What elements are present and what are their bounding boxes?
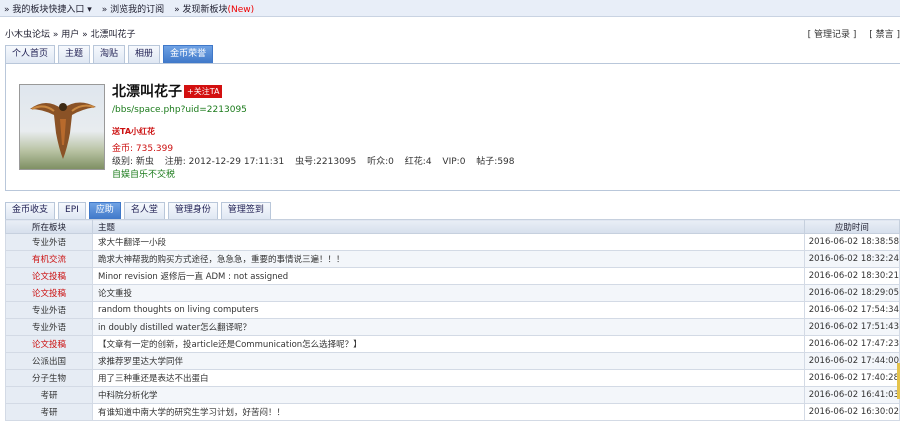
signature: 自娱自乐不交税 [112, 170, 176, 180]
tab-hall-of-fame[interactable]: 名人堂 [123, 202, 165, 219]
stat-level: 级别: 新虫 [112, 157, 154, 167]
time-cell: 2016-06-02 17:51:43 [803, 318, 900, 336]
time-cell: 2016-06-02 17:54:34 [803, 301, 900, 319]
board-cell[interactable]: 论文投稿 [5, 284, 93, 302]
stat-flowers: 红花:4 [404, 157, 432, 167]
coin-balance: 金币: 735.399 [112, 144, 174, 154]
header-board: 所在板块 [5, 219, 93, 234]
bird-avatar-icon [30, 102, 96, 159]
tab-collections[interactable]: 淘贴 [93, 45, 126, 63]
board-cell[interactable]: 论文投稿 [5, 335, 93, 353]
topic-cell[interactable]: 跪求大神帮我的购买方式途径，急急急，重要的事情说三遍！！！ [92, 250, 805, 268]
tab-coin-ledger[interactable]: 金币收支 [5, 202, 56, 219]
table-row[interactable]: 论文投稿 论文重投 2016-06-02 18:29:05 [5, 284, 900, 302]
user-stats: 级别: 新虫 注册: 2012-12-29 17:11:31 虫号:221309… [112, 154, 523, 167]
board-cell[interactable]: 分子生物 [5, 369, 93, 387]
table-header: 所在板块 主题 应助时间 [5, 219, 900, 234]
topic-cell[interactable]: 论文重投 [92, 284, 805, 302]
time-cell: 2016-06-02 17:40:28 [803, 369, 900, 387]
discover-boards-label: » 发现新板块 [174, 4, 228, 15]
board-cell[interactable]: 专业外语 [5, 318, 93, 336]
board-cell[interactable]: 论文投稿 [5, 267, 93, 285]
breadcrumb[interactable]: 小木虫论坛 » 用户 » 北漂叫花子 [5, 27, 135, 40]
send-flower-link[interactable]: 送TA小红花 [112, 126, 155, 137]
topic-cell[interactable]: 【文章有一定的创新，投article还是Communication怎么选择呢？】 [92, 335, 805, 353]
board-cell[interactable]: 专业外语 [5, 301, 93, 319]
time-cell: 2016-06-02 17:44:00 [803, 352, 900, 370]
board-cell[interactable]: 有机交流 [5, 250, 93, 268]
tab-helps[interactable]: 应助 [88, 202, 121, 219]
follow-button[interactable]: +关注TA [184, 85, 223, 98]
tab-honors[interactable]: 金币荣誉 [163, 45, 214, 63]
topic-cell[interactable]: 求推荐罗里达大学同伴 [92, 352, 805, 370]
stat-uid: 虫号:2213095 [295, 157, 357, 167]
tab-topics[interactable]: 主题 [58, 45, 91, 63]
browse-subscriptions-link[interactable]: » 浏览我的订阅 [102, 2, 164, 15]
manage-records-link[interactable]: [ 管理记录 ] [808, 30, 857, 40]
time-cell: 2016-06-02 17:47:23 [803, 335, 900, 353]
help-table: 所在板块 主题 应助时间 专业外语 求大牛翻译一小段 2016-06-02 18:3… [5, 219, 900, 421]
username: 北漂叫花子 [112, 84, 182, 100]
topic-cell[interactable]: in doubly distilled water怎么翻译呢？ [92, 318, 805, 336]
tab-home[interactable]: 个人首页 [5, 45, 56, 63]
top-nav-bar: » 我的板块快捷入口 ▾ » 浏览我的订阅 » 发现新板块(New) [0, 0, 900, 17]
header-time: 应助时间 [803, 219, 900, 234]
tab-album[interactable]: 相册 [128, 45, 161, 63]
table-row[interactable]: 论文投稿 【文章有一定的创新，投article还是Communication怎么选… [5, 335, 900, 353]
new-badge: (New) [227, 4, 255, 15]
profile-tabs: 个人首页 主题 淘贴 相册 金币荣誉 [5, 45, 216, 63]
table-row[interactable]: 分子生物 用了三种重还是表达不出蛋白 2016-06-02 17:40:28 [5, 369, 900, 387]
stat-listeners: 听众:0 [367, 157, 394, 167]
discover-boards-link[interactable]: » 发现新板块(New) [174, 2, 254, 15]
topic-cell[interactable]: 有谁知道中南大学的研究生学习计划，好苦闷！！ [92, 403, 805, 421]
stat-registered: 注册: 2012-12-29 17:11:31 [164, 157, 285, 167]
board-cell[interactable]: 专业外语 [5, 233, 93, 251]
table-row[interactable]: 专业外语 in doubly distilled water怎么翻译呢？ 2016-… [5, 318, 900, 336]
right-links: [ 管理记录 ] [ 禁言 ] [798, 27, 900, 40]
board-cell[interactable]: 考研 [5, 403, 93, 421]
tab-admin-checkin[interactable]: 管理签到 [220, 202, 271, 219]
avatar[interactable] [19, 84, 105, 170]
time-cell: 2016-06-02 18:32:24 [803, 250, 900, 268]
topic-cell[interactable]: 用了三种重还是表达不出蛋白 [92, 369, 805, 387]
table-row[interactable]: 考研 中科院分析化学 2016-06-02 16:41:03 [5, 386, 900, 404]
time-cell: 2016-06-02 16:41:03 [803, 386, 900, 404]
space-url[interactable]: /bbs/space.php?uid=2213095 [112, 105, 247, 115]
table-row[interactable]: 专业外语 求大牛翻译一小段 2016-06-02 18:38:58 [5, 233, 900, 251]
tab-admin-roles[interactable]: 管理身份 [167, 202, 218, 219]
board-cell[interactable]: 考研 [5, 386, 93, 404]
time-cell: 2016-06-02 18:29:05 [803, 284, 900, 302]
sub-tabs: 金币收支 EPI 应助 名人堂 管理身份 管理签到 [5, 202, 274, 219]
table-row[interactable]: 专业外语 random thoughts on living computers 2… [5, 301, 900, 319]
time-cell: 2016-06-02 16:30:02 [803, 403, 900, 421]
stat-posts: 帖子:598 [476, 157, 515, 167]
topic-cell[interactable]: Minor revision 返修后一直 ADM : not assigned [92, 267, 805, 285]
profile-card: 北漂叫花子 +关注TA /bbs/space.php?uid=2213095 送… [5, 63, 900, 191]
board-cell[interactable]: 公派出国 [5, 352, 93, 370]
tab-epi[interactable]: EPI [58, 202, 86, 219]
my-boards-dropdown[interactable]: » 我的板块快捷入口 ▾ [4, 2, 92, 15]
time-cell: 2016-06-02 18:30:21 [803, 267, 900, 285]
header-topic: 主题 [92, 219, 805, 234]
table-row[interactable]: 论文投稿 Minor revision 返修后一直 ADM : not assig… [5, 267, 900, 285]
topic-cell[interactable]: 中科院分析化学 [92, 386, 805, 404]
table-row[interactable]: 公派出国 求推荐罗里达大学同伴 2016-06-02 17:44:00 [5, 352, 900, 370]
topic-cell[interactable]: 求大牛翻译一小段 [92, 233, 805, 251]
time-cell: 2016-06-02 18:38:58 [803, 233, 900, 251]
ban-link[interactable]: [ 禁言 ] [869, 30, 900, 40]
topic-cell[interactable]: random thoughts on living computers [92, 301, 805, 319]
table-row[interactable]: 有机交流 跪求大神帮我的购买方式途径，急急急，重要的事情说三遍！！！ 2016-06… [5, 250, 900, 268]
stat-vip: VIP:0 [442, 157, 466, 167]
table-row[interactable]: 考研 有谁知道中南大学的研究生学习计划，好苦闷！！ 2016-06-02 16:30… [5, 403, 900, 421]
